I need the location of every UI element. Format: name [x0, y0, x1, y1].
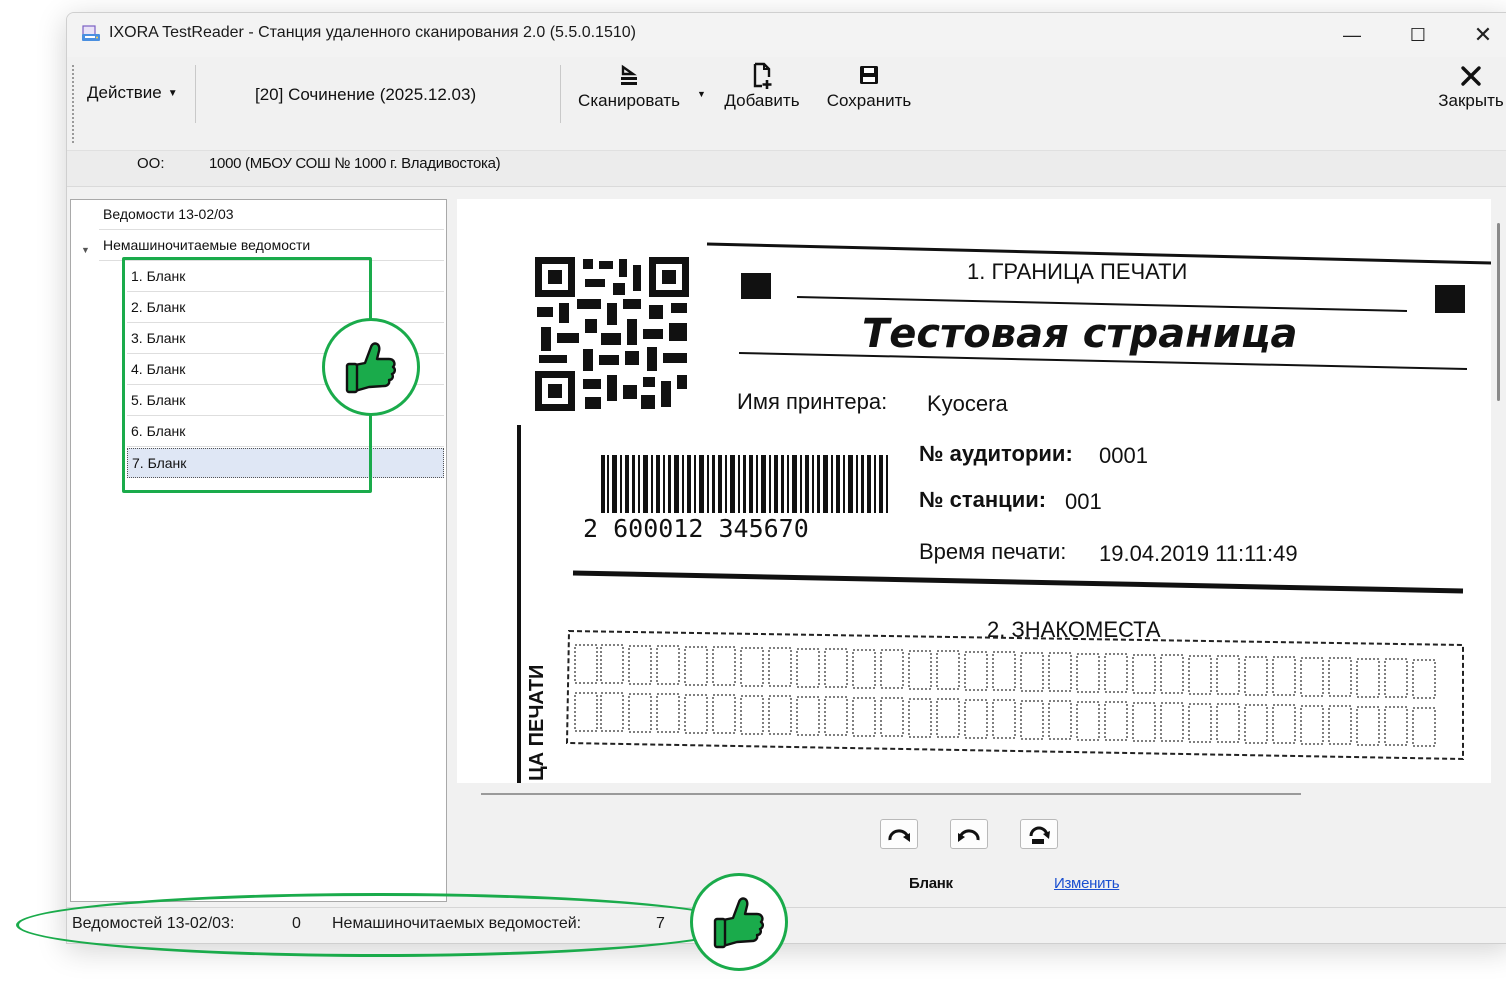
- viewer-divider: [481, 793, 1301, 795]
- save-button[interactable]: Сохранить: [821, 61, 917, 111]
- scanner-app-icon: [82, 25, 100, 41]
- doc-heading: Тестовая страница: [862, 311, 1298, 357]
- minimize-button[interactable]: —: [1329, 17, 1375, 53]
- document-viewer[interactable]: 1. ГРАНИЦА ПЕЧАТИ Тестовая страница Имя …: [457, 199, 1491, 783]
- subject-label: [20] Сочинение (2025.12.03): [255, 85, 477, 104]
- rotate-counterclockwise-icon: [958, 829, 980, 842]
- tree-item-label: Ведомости 13-02/03: [103, 206, 234, 222]
- window-title: IXORA TestReader - Станция удаленного ск…: [109, 24, 636, 41]
- tree-item-vedomosti[interactable]: Ведомости 13-02/03: [99, 200, 444, 230]
- change-link[interactable]: Изменить: [1054, 875, 1120, 892]
- rotate-180-button[interactable]: [1020, 819, 1058, 849]
- floppy-icon: [860, 66, 878, 84]
- blank-type-label: Бланк: [909, 875, 953, 892]
- scan-button[interactable]: Сканировать: [571, 61, 687, 111]
- chevron-down-icon[interactable]: ▼: [81, 245, 90, 255]
- qr-code: [535, 257, 689, 411]
- scanned-page: 1. ГРАНИЦА ПЕЧАТИ Тестовая страница Имя …: [517, 242, 1491, 783]
- annotation-highlight-ellipse: [16, 893, 742, 957]
- character-boxes: [565, 629, 1464, 761]
- add-button[interactable]: Добавить: [717, 61, 807, 111]
- save-label: Сохранить: [826, 91, 912, 110]
- tree-item-label: Немашиночитаемые ведомости: [103, 237, 311, 253]
- rotate-counterclockwise-button[interactable]: [950, 819, 988, 849]
- annotation-badge: [322, 318, 420, 416]
- doc-station-label: № станции:: [919, 487, 1046, 512]
- close-window-button[interactable]: ✕: [1460, 17, 1506, 53]
- toolbar-separator: [195, 65, 196, 123]
- add-page-icon: [753, 62, 772, 89]
- organization-bar: ОО: 1000 (МБОУ СОШ № 1000 г. Владивосток…: [67, 151, 1506, 187]
- oo-label: ОО:: [137, 155, 165, 172]
- close-x-icon: [1461, 66, 1481, 86]
- doc-time-value: 19.04.2019 11:11:49: [1099, 541, 1298, 566]
- toolbar: Действие ▼ [20] Сочинение (2025.12.03) Ск…: [67, 57, 1506, 151]
- action-menu-label: Действие: [87, 83, 162, 102]
- doc-printer-value: Kyocera: [927, 391, 1008, 416]
- oo-value: 1000 (МБОУ СОШ № 1000 г. Владивостока): [209, 155, 501, 172]
- doc-time-label: Время печати:: [919, 539, 1066, 564]
- thumbs-up-icon: [713, 897, 764, 949]
- action-menu-button[interactable]: Действие ▼: [87, 83, 178, 103]
- annotation-badge: [690, 873, 788, 971]
- barcode-number: 2 600012 345670: [583, 514, 809, 543]
- rotate-180-icon: [1029, 826, 1050, 844]
- chevron-down-icon: ▼: [167, 88, 178, 99]
- doc-room-value: 0001: [1099, 443, 1148, 468]
- scan-dropdown-icon[interactable]: ▼: [697, 89, 706, 99]
- doc-station-value: 001: [1065, 489, 1102, 514]
- scan-label: Сканировать: [578, 91, 680, 110]
- doc-border-title: 1. ГРАНИЦА ПЕЧАТИ: [967, 259, 1187, 284]
- doc-room-label: № аудитории:: [919, 441, 1073, 466]
- barcode: [601, 455, 888, 513]
- toolbar-grip[interactable]: [72, 65, 74, 143]
- scanner-icon: [621, 64, 637, 85]
- rotate-clockwise-icon: [888, 829, 910, 842]
- thumbs-up-icon: [345, 342, 396, 394]
- add-label: Добавить: [724, 91, 800, 110]
- doc-printer-label: Имя принтера:: [737, 389, 887, 414]
- toolbar-separator: [560, 65, 561, 123]
- rotate-clockwise-button[interactable]: [880, 819, 918, 849]
- viewer-scrollbar[interactable]: [1497, 223, 1500, 401]
- close-label: Закрыть: [1438, 91, 1504, 110]
- maximize-button[interactable]: ☐: [1395, 17, 1441, 53]
- close-button[interactable]: Закрыть: [1431, 61, 1506, 111]
- title-bar: IXORA TestReader - Станция удаленного ск…: [67, 13, 1506, 57]
- doc-side-text: ЦА ПЕЧАТИ: [526, 665, 548, 781]
